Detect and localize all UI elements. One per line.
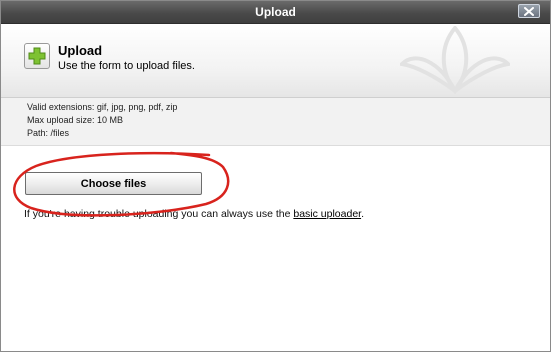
valid-extensions-text: Valid extensions: gif, jpg, png, pdf, zi… xyxy=(27,102,178,112)
close-button[interactable] xyxy=(518,4,540,18)
window-title: Upload xyxy=(255,5,296,19)
upload-dialog: Upload Upload Use the form to upload fil… xyxy=(0,0,551,352)
titlebar[interactable]: Upload xyxy=(1,1,550,24)
header-title: Upload xyxy=(58,43,103,58)
max-upload-size-text: Max upload size: 10 MB xyxy=(27,115,124,125)
header-panel: Upload Use the form to upload files. xyxy=(1,24,550,98)
basic-uploader-link[interactable]: basic uploader xyxy=(293,208,361,220)
trouble-note: If you're having trouble uploading you c… xyxy=(24,208,364,220)
close-x-icon xyxy=(524,6,534,16)
choose-files-button[interactable]: Choose files xyxy=(25,172,202,195)
header-subtitle: Use the form to upload files. xyxy=(58,60,195,72)
note-end: . xyxy=(361,208,364,220)
upload-add-icon xyxy=(24,43,50,69)
path-text: Path: /files xyxy=(27,128,70,138)
note-text: If you're having trouble uploading you c… xyxy=(24,208,294,220)
green-plus-icon xyxy=(28,47,46,65)
decorative-petal-icon xyxy=(400,26,510,95)
upload-info-panel: Valid extensions: gif, jpg, png, pdf, zi… xyxy=(1,98,550,146)
